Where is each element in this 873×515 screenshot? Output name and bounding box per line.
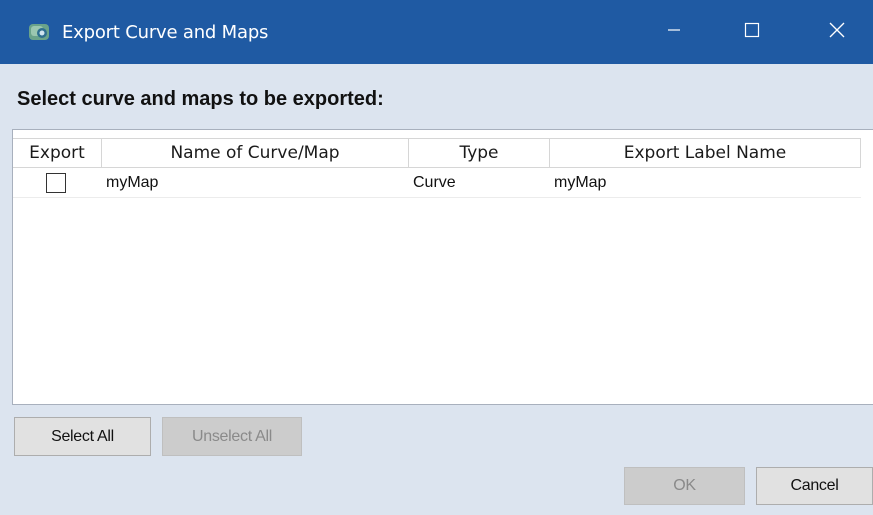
export-cell (13, 168, 102, 197)
ok-button[interactable]: OK (624, 467, 745, 505)
export-checkbox[interactable] (45, 172, 66, 193)
window-title: Export Curve and Maps (62, 22, 269, 43)
column-header-export[interactable]: Export (13, 139, 102, 167)
column-header-name[interactable]: Name of Curve/Map (102, 139, 409, 167)
type-cell[interactable]: Curve (409, 168, 550, 197)
minimize-button[interactable] (645, 0, 703, 64)
table-row[interactable]: myMap Curve myMap (13, 168, 861, 198)
grid-header-row: Export Name of Curve/Map Type Export Lab… (13, 138, 861, 168)
app-cube-icon (28, 22, 50, 42)
cancel-button[interactable]: Cancel (756, 467, 873, 505)
column-header-type[interactable]: Type (409, 139, 550, 167)
close-button[interactable] (808, 0, 866, 64)
export-label-cell[interactable]: myMap (550, 168, 861, 197)
maximize-icon (744, 22, 760, 43)
column-header-export-label[interactable]: Export Label Name (550, 139, 861, 167)
name-cell[interactable]: myMap (102, 168, 409, 197)
select-all-button[interactable]: Select All (14, 417, 151, 456)
maximize-button[interactable] (723, 0, 781, 64)
curve-map-grid[interactable]: Export Name of Curve/Map Type Export Lab… (12, 129, 873, 405)
export-dialog: Export Curve and Maps Select curve and m… (0, 0, 873, 515)
close-icon (829, 22, 845, 43)
unselect-all-button[interactable]: Unselect All (162, 417, 302, 456)
minimize-icon (667, 23, 681, 42)
title-bar[interactable]: Export Curve and Maps (0, 0, 873, 64)
dialog-heading: Select curve and maps to be exported: (17, 88, 384, 110)
